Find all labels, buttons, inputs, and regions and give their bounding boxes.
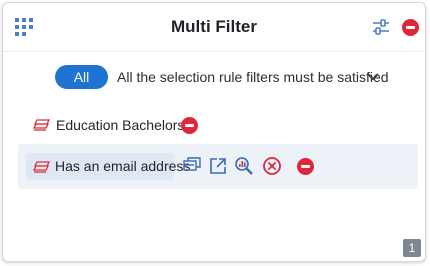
- zoom-chart-icon[interactable]: [234, 156, 254, 176]
- match-mode-description: All the selection rule filters must be s…: [117, 69, 389, 85]
- remove-rule-button[interactable]: [181, 117, 198, 134]
- tag-stack-icon: [33, 119, 51, 131]
- filter-settings-icon[interactable]: [371, 17, 391, 37]
- match-mode-all-button[interactable]: All: [55, 65, 108, 89]
- remove-rule-button[interactable]: [297, 158, 314, 175]
- cancel-circle-icon[interactable]: [262, 156, 282, 176]
- multi-filter-panel: Multi Filter All All the selection rule …: [2, 2, 426, 262]
- match-mode-row: All All the selection rule filters must …: [3, 65, 425, 91]
- tag-stack-icon: [33, 161, 51, 173]
- page-number-badge: 1: [403, 239, 421, 257]
- copy-icon[interactable]: [182, 156, 202, 176]
- panel-header: Multi Filter: [3, 3, 425, 52]
- panel-title: Multi Filter: [171, 17, 257, 36]
- rule-chip[interactable]: Has an email address: [26, 153, 190, 180]
- chevron-down-icon[interactable]: [367, 70, 379, 84]
- rule-label: Education Bachelors: [56, 117, 185, 133]
- rule-has-email-address: Has an email address: [18, 144, 418, 189]
- remove-panel-button[interactable]: [402, 19, 419, 36]
- open-external-icon[interactable]: [208, 156, 228, 176]
- rule-label: Has an email address: [55, 158, 191, 174]
